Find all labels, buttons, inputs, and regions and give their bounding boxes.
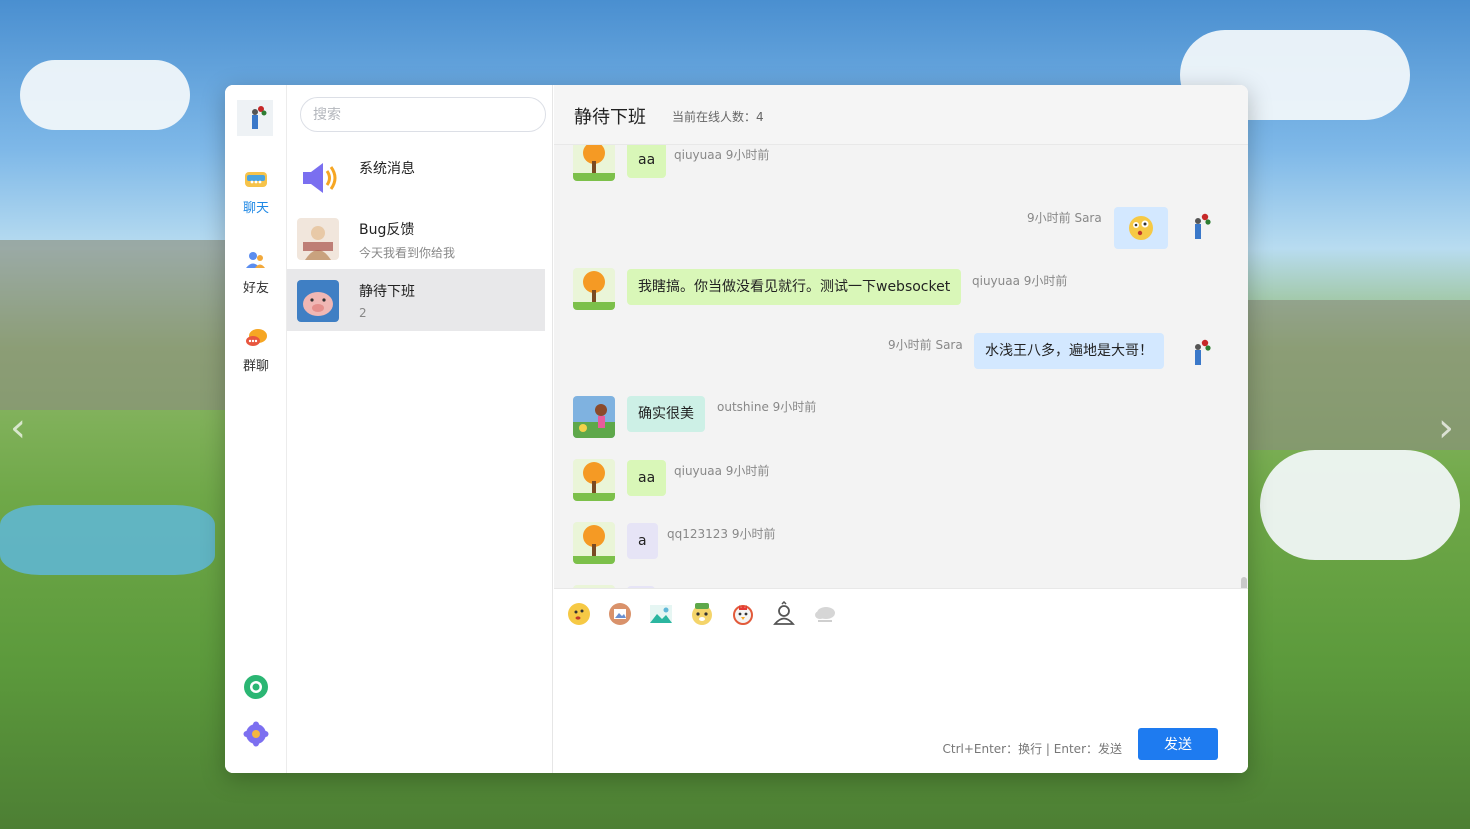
conversation-item-active[interactable]: 静待下班 2 [287,269,545,331]
chat-panel: 静待下班 当前在线人数：4 aa qiuyuaa 9小时前 9小时前 Sara [554,85,1248,773]
message-bubble [1114,207,1168,249]
background-cloud [1260,450,1460,560]
nav-rail: 聊天 好友 群聊 [225,85,287,773]
avatar[interactable] [1180,207,1222,249]
message-meta: qiuyuaa 9小时前 [972,274,1068,288]
user-card-icon[interactable] [771,601,797,627]
nav-chat[interactable]: 聊天 [225,167,287,216]
surprised-face-emoji [1129,216,1153,240]
message-meta: qiuyuaa 9小时前 [674,148,770,162]
background-cliff [0,240,225,410]
background-pond [0,505,215,575]
online-count-label: 当前在线人数：4 [672,108,764,125]
message-bubble: 确实很美 [627,396,705,432]
conversation-item-bug-feedback[interactable]: Bug反馈 今天我看到你给我 [287,207,545,269]
animal-icon[interactable] [689,601,715,627]
carousel-next-icon[interactable]: › [1438,408,1458,448]
avatar[interactable] [573,268,615,310]
message-bubble: 水浅王八多，遍地是大哥！ [974,333,1164,369]
background-cloud [20,60,190,130]
keyboard-hint: Ctrl+Enter：换行 | Enter：发送 [942,742,1123,756]
carousel-prev-icon[interactable]: ‹ [10,408,30,448]
my-avatar[interactable] [237,100,273,136]
nav-friends-label: 好友 [242,281,269,296]
background-cliff [1248,300,1470,450]
chat-title: 静待下班 [574,107,646,128]
message-meta: 9小时前 Sara [888,338,963,352]
shutter-icon[interactable] [243,674,269,700]
conversation-list: 系统消息 Bug反馈 今天我看到你给我 静待下班 2 [287,85,553,773]
avatar[interactable] [573,396,615,438]
message-meta: 9小时前 Sara [1027,211,1102,225]
chat-app-window: 聊天 好友 群聊 搜索 系统消息 Bug反馈 今天我看到你给我 静待下班 2 静… [225,85,1248,773]
conversation-unread-count: 2 [359,306,367,320]
nav-chat-label: 聊天 [242,201,269,216]
message-meta: qiuyuaa 9小时前 [674,464,770,478]
avatar[interactable] [573,459,615,501]
nav-group-chat[interactable]: 群聊 [225,325,287,374]
group-chat-icon [246,329,267,346]
image-icon[interactable] [607,601,633,627]
emoji-icon[interactable] [566,601,592,627]
message-bubble: aa [627,145,667,178]
avatar[interactable] [573,522,615,564]
conversation-name: Bug反馈 [359,222,415,238]
speaker-icon [297,157,339,199]
avatar[interactable] [573,145,615,181]
online-count-value: 4 [756,110,764,124]
message-bubble: aa [627,460,667,496]
conversation-last-message: 今天我看到你给我 [359,246,456,260]
friends-icon [246,252,265,268]
chicken-icon[interactable] [730,601,756,627]
send-button[interactable]: 发送 [1138,728,1218,760]
nav-friends[interactable]: 好友 [225,247,287,296]
message-scrollbar[interactable] [1241,577,1247,588]
avatar [297,218,339,260]
landscape-icon[interactable] [648,601,674,627]
message-list[interactable]: aa qiuyuaa 9小时前 9小时前 Sara 我瞎搞。你当做没看见就行。测… [554,145,1248,588]
conversation-name: 系统消息 [359,161,415,177]
chat-header: 静待下班 当前在线人数：4 [554,85,1248,145]
message-meta: qq123123 9小时前 [667,527,776,541]
cloud-icon[interactable] [812,601,838,627]
settings-gear-icon[interactable] [243,721,269,747]
search-input[interactable] [300,97,546,132]
message-bubble: a [627,523,658,559]
online-label-text: 当前在线人数： [672,110,757,124]
avatar [297,280,339,322]
message-meta: outshine 9小时前 [717,400,817,414]
nav-group-chat-label: 群聊 [242,359,269,374]
conversation-name: 静待下班 [359,284,415,300]
conversation-item-system[interactable]: 系统消息 [287,146,545,208]
chat-bubble-icon [245,172,267,187]
message-composer[interactable]: Ctrl+Enter：换行 | Enter：发送 发送 [554,588,1248,773]
message-bubble: 我瞎搞。你当做没看见就行。测试一下websocket [627,269,962,305]
avatar[interactable] [1180,333,1222,375]
